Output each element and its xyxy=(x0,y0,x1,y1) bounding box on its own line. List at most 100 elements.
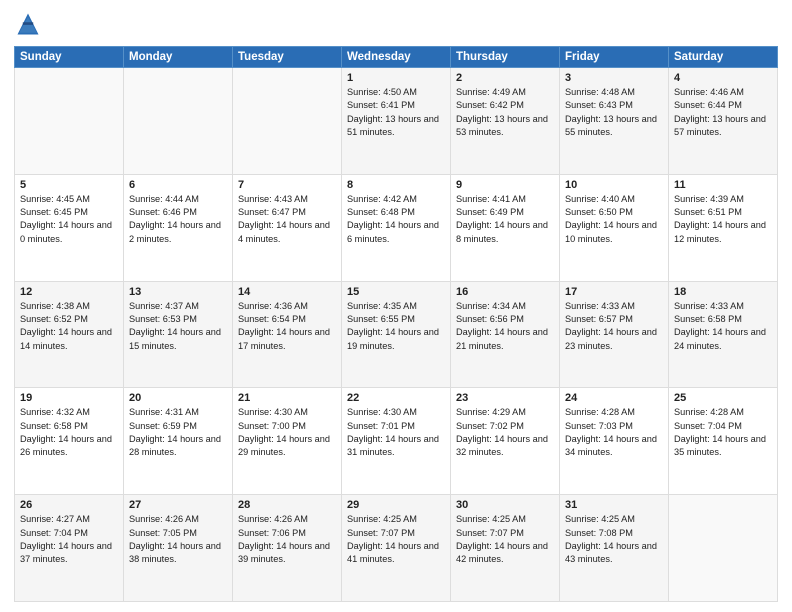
day-info: Sunrise: 4:36 AMSunset: 6:54 PMDaylight:… xyxy=(238,300,336,353)
day-info: Sunrise: 4:27 AMSunset: 7:04 PMDaylight:… xyxy=(20,513,118,566)
calendar-day-cell: 9 Sunrise: 4:41 AMSunset: 6:49 PMDaylight… xyxy=(451,174,560,281)
day-info: Sunrise: 4:38 AMSunset: 6:52 PMDaylight:… xyxy=(20,300,118,353)
day-number: 3 xyxy=(565,72,663,84)
weekday-header: Sunday xyxy=(15,47,124,68)
day-number: 19 xyxy=(20,392,118,404)
calendar-day-cell: 13 Sunrise: 4:37 AMSunset: 6:53 PMDayligh… xyxy=(124,281,233,388)
calendar-day-cell: 3Sunrise: 4:48 AMSunset: 6:43 PMDaylight… xyxy=(560,68,669,175)
calendar-day-cell: 5 Sunrise: 4:45 AMSunset: 6:45 PMDaylight… xyxy=(15,174,124,281)
calendar-day-cell: 30 Sunrise: 4:25 AMSunset: 7:07 PMDayligh… xyxy=(451,495,560,602)
calendar-day-cell: 11Sunrise: 4:39 AMSunset: 6:51 PMDayligh… xyxy=(669,174,778,281)
day-number: 20 xyxy=(129,392,227,404)
day-info: Sunrise: 4:30 AMSunset: 7:00 PMDaylight:… xyxy=(238,406,336,459)
day-number: 6 xyxy=(129,179,227,191)
day-number: 5 xyxy=(20,179,118,191)
day-number: 31 xyxy=(565,499,663,511)
day-info: Sunrise: 4:32 AMSunset: 6:58 PMDaylight:… xyxy=(20,406,118,459)
day-number: 9 xyxy=(456,179,554,191)
day-info: Sunrise: 4:39 AMSunset: 6:51 PMDaylight:… xyxy=(674,193,772,246)
day-number: 1 xyxy=(347,72,445,84)
day-info: Sunrise: 4:41 AMSunset: 6:49 PMDaylight:… xyxy=(456,193,554,246)
calendar-day-cell: 1 Sunrise: 4:50 AMSunset: 6:41 PMDaylight… xyxy=(342,68,451,175)
calendar-day-cell: 4Sunrise: 4:46 AMSunset: 6:44 PMDaylight… xyxy=(669,68,778,175)
day-info: Sunrise: 4:25 AMSunset: 7:07 PMDaylight:… xyxy=(456,513,554,566)
day-number: 23 xyxy=(456,392,554,404)
weekday-header: Monday xyxy=(124,47,233,68)
day-number: 21 xyxy=(238,392,336,404)
day-info: Sunrise: 4:44 AMSunset: 6:46 PMDaylight:… xyxy=(129,193,227,246)
calendar-day-cell: 25 Sunrise: 4:28 AMSunset: 7:04 PMDayligh… xyxy=(669,388,778,495)
day-info: Sunrise: 4:34 AMSunset: 6:56 PMDaylight:… xyxy=(456,300,554,353)
day-info: Sunrise: 4:26 AMSunset: 7:06 PMDaylight:… xyxy=(238,513,336,566)
day-info: Sunrise: 4:25 AMSunset: 7:07 PMDaylight:… xyxy=(347,513,445,566)
calendar-day-cell: 19 Sunrise: 4:32 AMSunset: 6:58 PMDayligh… xyxy=(15,388,124,495)
logo-icon xyxy=(14,10,42,38)
day-info: Sunrise: 4:25 AMSunset: 7:08 PMDaylight:… xyxy=(565,513,663,566)
weekday-header: Thursday xyxy=(451,47,560,68)
calendar-day-cell: 31 Sunrise: 4:25 AMSunset: 7:08 PMDayligh… xyxy=(560,495,669,602)
day-info: Sunrise: 4:31 AMSunset: 6:59 PMDaylight:… xyxy=(129,406,227,459)
day-info: Sunrise: 4:49 AMSunset: 6:42 PMDaylight:… xyxy=(456,86,554,139)
calendar-week-row: 26 Sunrise: 4:27 AMSunset: 7:04 PMDayligh… xyxy=(15,495,778,602)
calendar-week-row: 12 Sunrise: 4:38 AMSunset: 6:52 PMDayligh… xyxy=(15,281,778,388)
day-info: Sunrise: 4:30 AMSunset: 7:01 PMDaylight:… xyxy=(347,406,445,459)
calendar-table: SundayMondayTuesdayWednesdayThursdayFrid… xyxy=(14,46,778,602)
day-number: 15 xyxy=(347,286,445,298)
calendar-day-cell: 17 Sunrise: 4:33 AMSunset: 6:57 PMDayligh… xyxy=(560,281,669,388)
calendar-day-cell: 28Sunrise: 4:26 AMSunset: 7:06 PMDayligh… xyxy=(233,495,342,602)
calendar-day-cell: 10 Sunrise: 4:40 AMSunset: 6:50 PMDayligh… xyxy=(560,174,669,281)
calendar-day-cell xyxy=(124,68,233,175)
day-number: 29 xyxy=(347,499,445,511)
day-number: 30 xyxy=(456,499,554,511)
day-number: 22 xyxy=(347,392,445,404)
weekday-header: Friday xyxy=(560,47,669,68)
calendar-day-cell: 14 Sunrise: 4:36 AMSunset: 6:54 PMDayligh… xyxy=(233,281,342,388)
weekday-header: Saturday xyxy=(669,47,778,68)
day-info: Sunrise: 4:45 AMSunset: 6:45 PMDaylight:… xyxy=(20,193,118,246)
day-info: Sunrise: 4:40 AMSunset: 6:50 PMDaylight:… xyxy=(565,193,663,246)
day-number: 4 xyxy=(674,72,772,84)
calendar-day-cell: 27 Sunrise: 4:26 AMSunset: 7:05 PMDayligh… xyxy=(124,495,233,602)
day-info: Sunrise: 4:43 AMSunset: 6:47 PMDaylight:… xyxy=(238,193,336,246)
calendar-header-row: SundayMondayTuesdayWednesdayThursdayFrid… xyxy=(15,47,778,68)
day-number: 14 xyxy=(238,286,336,298)
day-info: Sunrise: 4:42 AMSunset: 6:48 PMDaylight:… xyxy=(347,193,445,246)
day-number: 10 xyxy=(565,179,663,191)
day-number: 27 xyxy=(129,499,227,511)
calendar-week-row: 19 Sunrise: 4:32 AMSunset: 6:58 PMDayligh… xyxy=(15,388,778,495)
calendar-day-cell: 16 Sunrise: 4:34 AMSunset: 6:56 PMDayligh… xyxy=(451,281,560,388)
logo xyxy=(14,10,46,38)
calendar-day-cell: 23Sunrise: 4:29 AMSunset: 7:02 PMDayligh… xyxy=(451,388,560,495)
day-number: 2 xyxy=(456,72,554,84)
day-number: 8 xyxy=(347,179,445,191)
day-number: 25 xyxy=(674,392,772,404)
day-info: Sunrise: 4:37 AMSunset: 6:53 PMDaylight:… xyxy=(129,300,227,353)
weekday-header: Tuesday xyxy=(233,47,342,68)
day-number: 26 xyxy=(20,499,118,511)
calendar-week-row: 5 Sunrise: 4:45 AMSunset: 6:45 PMDaylight… xyxy=(15,174,778,281)
calendar-day-cell: 12 Sunrise: 4:38 AMSunset: 6:52 PMDayligh… xyxy=(15,281,124,388)
day-number: 12 xyxy=(20,286,118,298)
day-info: Sunrise: 4:33 AMSunset: 6:58 PMDaylight:… xyxy=(674,300,772,353)
calendar-day-cell: 24Sunrise: 4:28 AMSunset: 7:03 PMDayligh… xyxy=(560,388,669,495)
calendar-day-cell: 22 Sunrise: 4:30 AMSunset: 7:01 PMDayligh… xyxy=(342,388,451,495)
weekday-header: Wednesday xyxy=(342,47,451,68)
day-number: 7 xyxy=(238,179,336,191)
calendar-day-cell: 2 Sunrise: 4:49 AMSunset: 6:42 PMDaylight… xyxy=(451,68,560,175)
day-info: Sunrise: 4:33 AMSunset: 6:57 PMDaylight:… xyxy=(565,300,663,353)
calendar-day-cell: 8 Sunrise: 4:42 AMSunset: 6:48 PMDaylight… xyxy=(342,174,451,281)
page: SundayMondayTuesdayWednesdayThursdayFrid… xyxy=(0,0,792,612)
calendar-day-cell: 7 Sunrise: 4:43 AMSunset: 6:47 PMDaylight… xyxy=(233,174,342,281)
day-number: 17 xyxy=(565,286,663,298)
calendar-day-cell: 15 Sunrise: 4:35 AMSunset: 6:55 PMDayligh… xyxy=(342,281,451,388)
calendar-day-cell: 6 Sunrise: 4:44 AMSunset: 6:46 PMDaylight… xyxy=(124,174,233,281)
calendar-day-cell: 26 Sunrise: 4:27 AMSunset: 7:04 PMDayligh… xyxy=(15,495,124,602)
day-number: 16 xyxy=(456,286,554,298)
day-info: Sunrise: 4:50 AMSunset: 6:41 PMDaylight:… xyxy=(347,86,445,139)
day-info: Sunrise: 4:26 AMSunset: 7:05 PMDaylight:… xyxy=(129,513,227,566)
calendar-day-cell xyxy=(15,68,124,175)
day-info: Sunrise: 4:35 AMSunset: 6:55 PMDaylight:… xyxy=(347,300,445,353)
day-number: 13 xyxy=(129,286,227,298)
calendar-day-cell: 20 Sunrise: 4:31 AMSunset: 6:59 PMDayligh… xyxy=(124,388,233,495)
day-info: Sunrise: 4:28 AMSunset: 7:04 PMDaylight:… xyxy=(674,406,772,459)
